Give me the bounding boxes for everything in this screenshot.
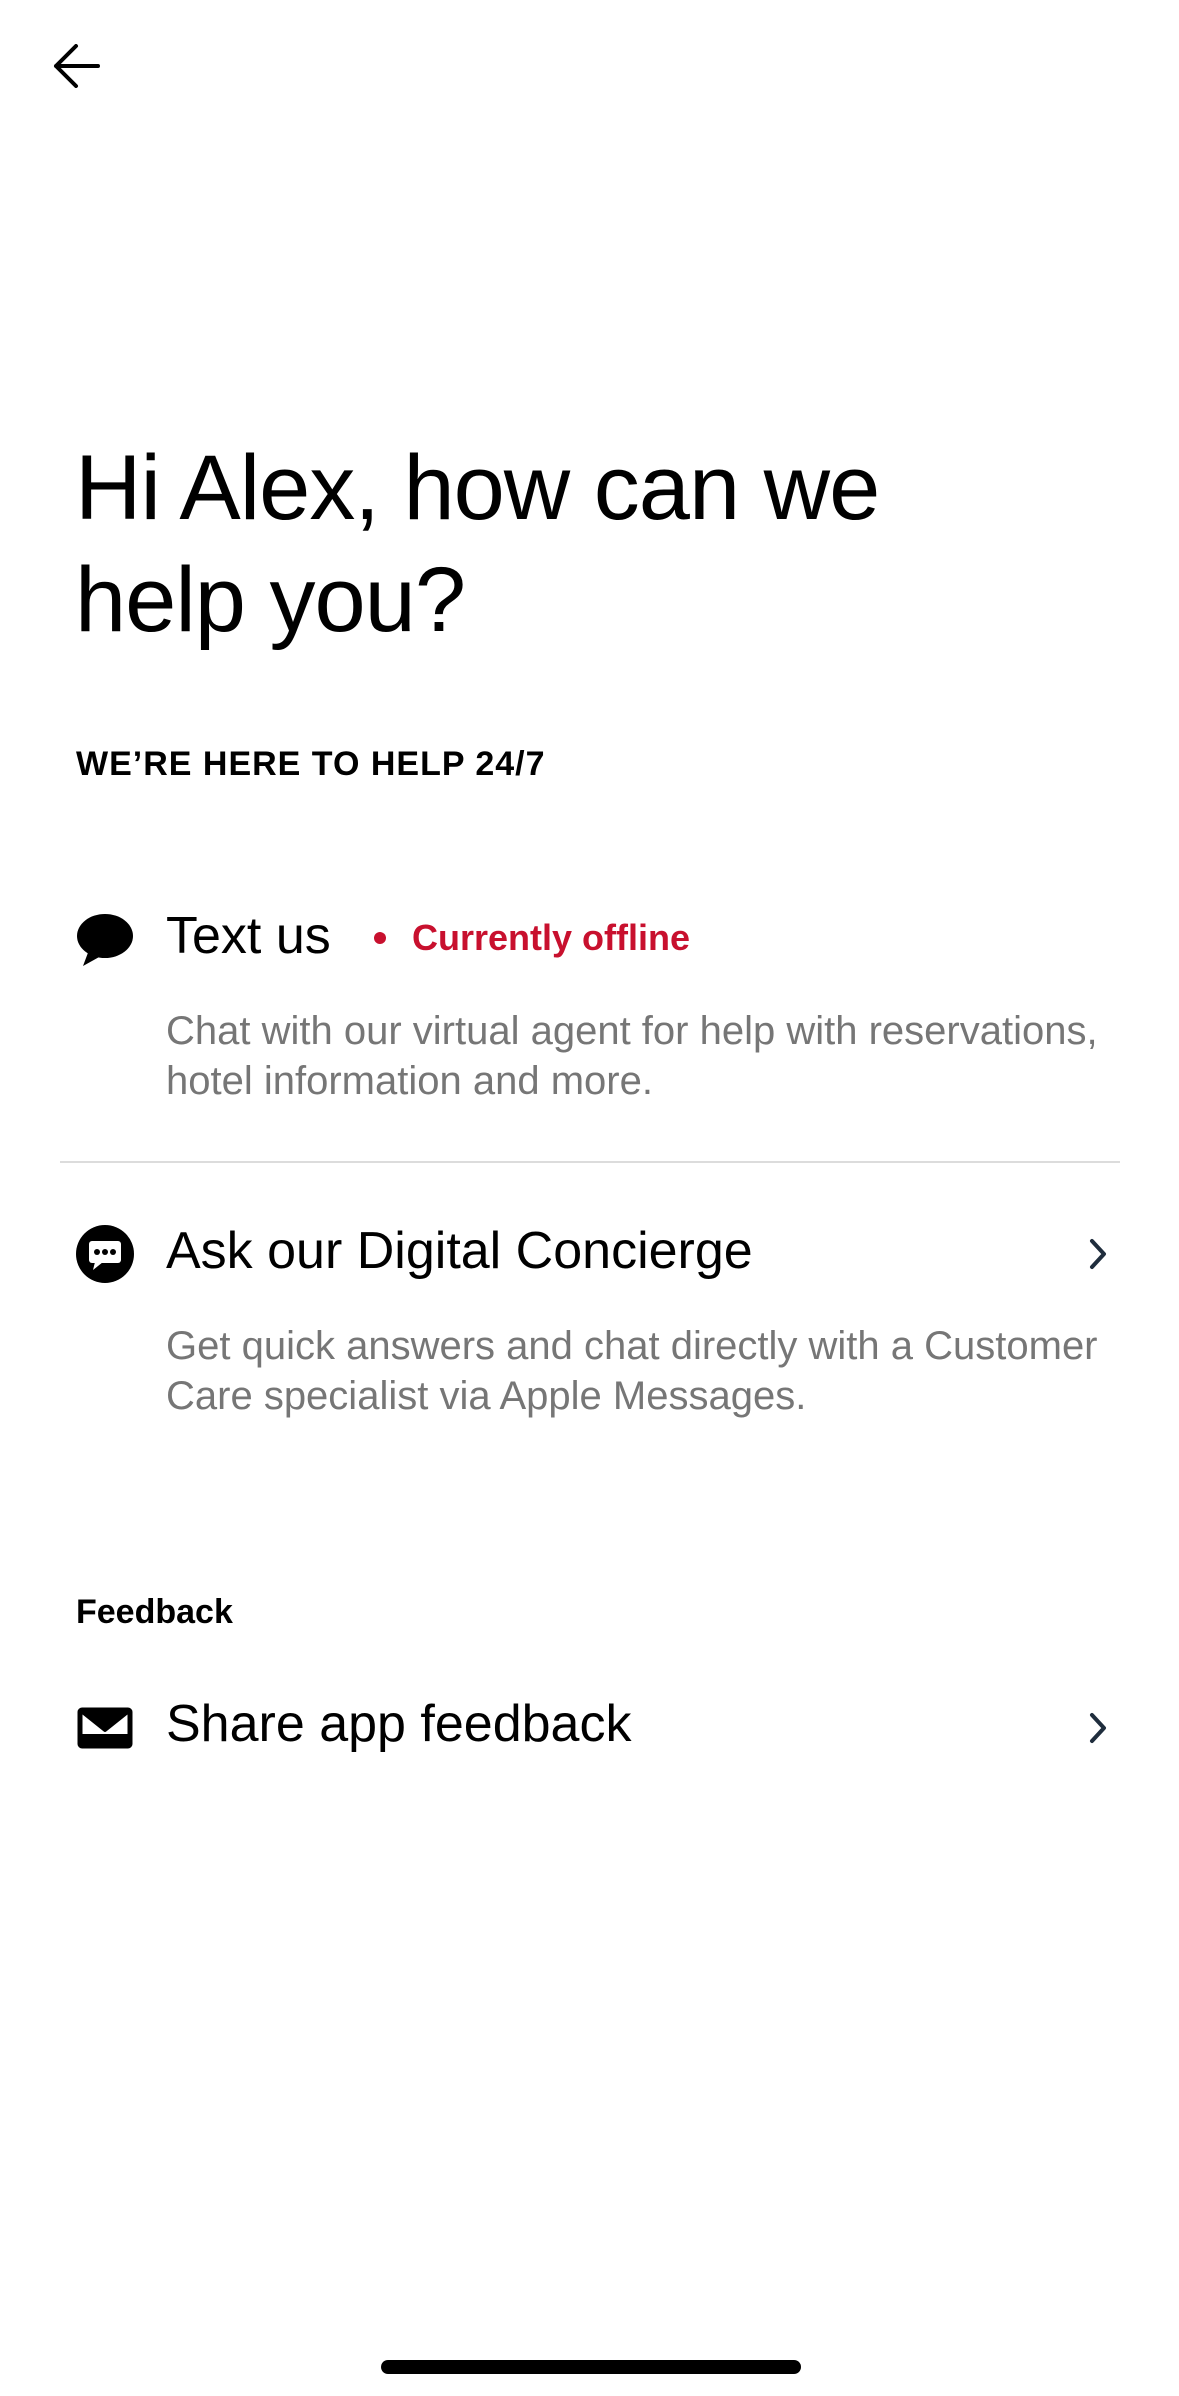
help-section-heading: WE’RE HERE TO HELP 24/7 xyxy=(76,745,546,783)
availability-status: Currently offline xyxy=(374,917,690,959)
concierge-description: Get quick answers and chat directly with… xyxy=(166,1324,1098,1418)
status-dot xyxy=(374,932,386,944)
chat-dots-icon xyxy=(75,1224,135,1284)
envelope-icon xyxy=(75,1697,135,1757)
text-us-description: Chat with our virtual agent for help wit… xyxy=(166,1009,1098,1103)
chevron-right-icon xyxy=(1080,1706,1116,1750)
concierge-title: Ask our Digital Concierge xyxy=(166,1222,753,1280)
speech-bubble-icon xyxy=(75,910,135,970)
arrow-left-icon xyxy=(54,44,100,88)
home-indicator[interactable] xyxy=(381,2360,801,2374)
chevron-right-icon xyxy=(1080,1232,1116,1276)
page-title: Hi Alex, how can we help you? xyxy=(75,437,880,651)
divider xyxy=(60,1161,1120,1163)
status-text: Currently offline xyxy=(412,917,691,958)
text-us-title: Text us xyxy=(166,907,331,965)
share-feedback-title: Share app feedback xyxy=(166,1695,632,1753)
feedback-heading: Feedback xyxy=(76,1593,233,1631)
back-button[interactable] xyxy=(44,38,108,94)
